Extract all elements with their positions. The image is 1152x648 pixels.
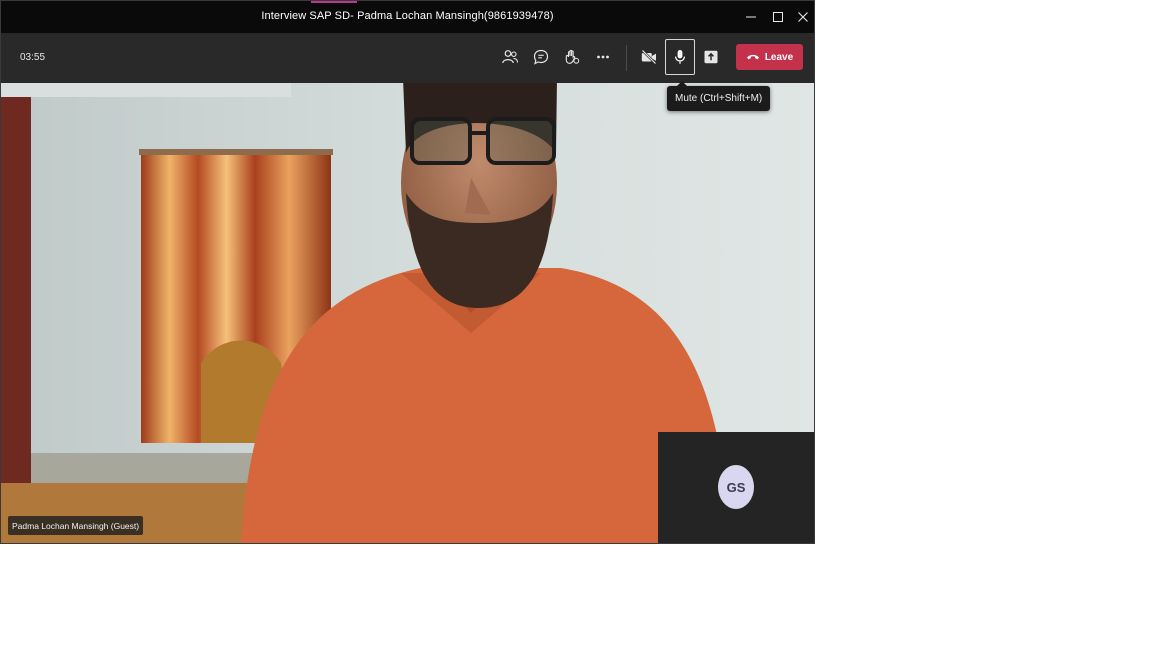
minimize-button[interactable]	[739, 5, 763, 29]
close-button[interactable]	[791, 5, 814, 29]
leave-label: Leave	[764, 51, 794, 63]
call-timer: 03:55	[20, 52, 46, 63]
leave-button[interactable]: Leave	[736, 44, 803, 70]
microphone-icon	[675, 50, 685, 64]
window-title: Interview SAP SD- Padma Lochan Mansingh(…	[261, 10, 554, 22]
chat-button[interactable]	[526, 39, 556, 75]
meeting-toolbar: 03:55 Leave	[1, 33, 814, 83]
microphone-toggle-button[interactable]	[665, 39, 695, 75]
minimize-icon	[746, 16, 756, 18]
toolbar-divider	[626, 45, 627, 71]
more-options-icon	[597, 55, 609, 59]
share-screen-button[interactable]	[696, 39, 726, 75]
camera-off-icon	[641, 49, 657, 65]
share-screen-icon	[704, 50, 718, 64]
maximize-button[interactable]	[766, 5, 790, 29]
mic-tooltip: Mute (Ctrl+Shift+M)	[667, 81, 771, 111]
title-bar: Interview SAP SD- Padma Lochan Mansingh(…	[1, 1, 814, 33]
chat-icon	[533, 49, 549, 65]
meeting-window: Interview SAP SD- Padma Lochan Mansingh(…	[0, 0, 815, 544]
raise-hand-icon	[565, 49, 580, 64]
self-video-tile: GS	[658, 432, 814, 543]
participant-name-label: Padma Lochan Mansingh (Guest)	[8, 516, 144, 535]
camera-toggle-button[interactable]	[634, 39, 664, 75]
raise-hand-button[interactable]	[557, 39, 587, 75]
hang-up-icon	[746, 54, 759, 60]
more-options-button[interactable]	[588, 39, 618, 75]
self-avatar: GS	[718, 465, 754, 509]
participants-icon	[502, 50, 519, 64]
participants-button[interactable]	[495, 39, 525, 75]
maximize-icon	[773, 12, 783, 22]
close-icon	[798, 12, 808, 22]
participant-video: GS	[1, 83, 814, 543]
title-accent	[311, 1, 357, 3]
